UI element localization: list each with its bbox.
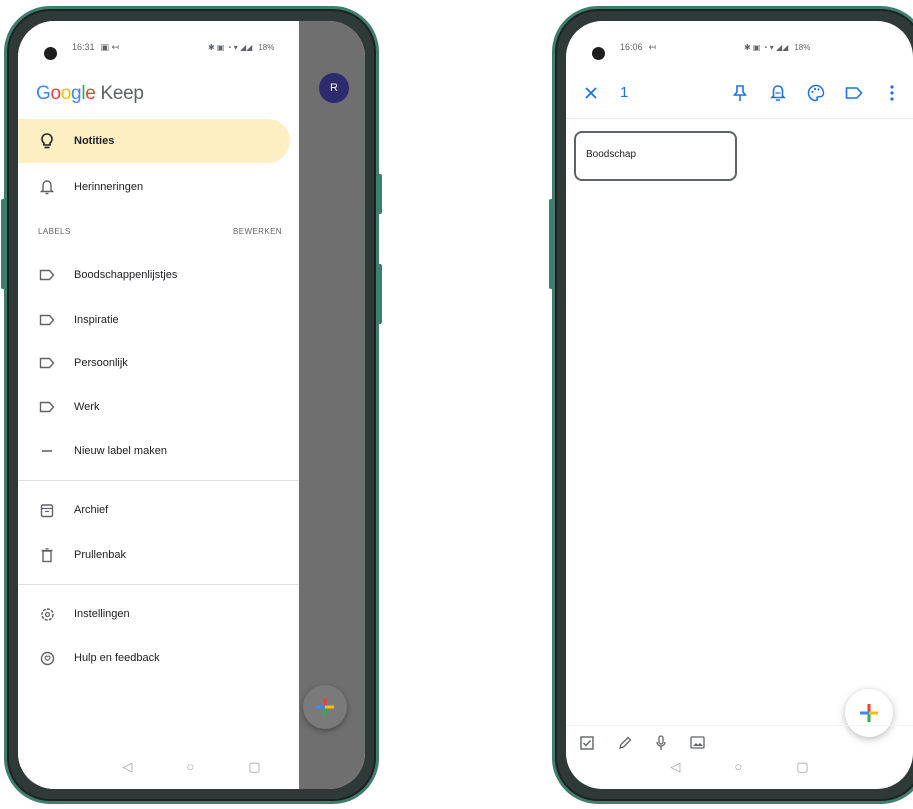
volume-button [1,199,6,289]
label-icon [38,266,56,284]
logo-letter: g [71,83,82,104]
home-icon[interactable]: ○ [186,759,194,775]
label-item[interactable]: Inspiratie [18,298,290,342]
label-item[interactable]: Werk [18,385,290,429]
status-time: 16:06 [620,42,643,52]
nav-label: Prullenbak [74,549,126,561]
volume-button [549,199,554,289]
front-camera [592,47,605,60]
notification-icons: ↤ [648,41,657,52]
phone-right: 16:06 ↤ ✱ ▣ ◔ ▾ ◢◢ 18% 1 Boodschap ◁ ○ ▢ [549,6,913,804]
status-bar: 16:31 ▣ ↤ [72,39,119,55]
note-title: Boodschap [586,149,637,160]
bell-icon [38,178,56,196]
recents-icon[interactable]: ▢ [796,759,808,775]
trash-icon [38,546,56,564]
nav-item-notes[interactable]: Notities [18,119,290,163]
nav-label: Herinneringen [74,181,144,193]
divider [18,584,299,585]
power-button [377,264,382,324]
battery-level: 18% [794,42,811,52]
image-icon[interactable] [690,736,705,749]
label-icon [38,311,56,329]
new-note-fab-dimmed[interactable] [303,685,347,729]
status-bar-right: ✱ ▣ ◔ ▾ ◢◢ 18% [208,39,274,55]
logo-letter: o [60,83,72,104]
nav-item-reminders[interactable]: Herinneringen [18,165,290,209]
plus-icon [860,704,878,722]
bottom-action-bar [566,725,913,759]
plus-icon [316,698,334,716]
selection-toolbar: 1 [566,67,913,119]
signal-icons: ✱ ▣ ◔ ▾ ◢◢ [208,42,253,52]
create-label-text: Nieuw label maken [74,445,167,457]
gear-icon [38,605,56,623]
labels-heading: LABELS [38,227,71,236]
back-icon[interactable]: ◁ [122,759,132,775]
label-icon [38,398,56,416]
create-label-item[interactable]: Nieuw label maken [18,429,290,473]
label-name: Inspiratie [74,314,119,326]
label-icon [38,354,56,372]
label-item[interactable]: Persoonlijk [18,341,290,385]
label-name: Boodschappenlijstjes [74,269,178,281]
home-icon[interactable]: ○ [734,759,742,775]
back-icon[interactable]: ◁ [670,759,680,775]
nav-label: Instellingen [74,608,130,620]
avatar[interactable]: R [319,73,349,103]
label-icon[interactable] [843,82,865,104]
notification-icons: ▣ ↤ [100,41,120,52]
app-logo: Google Keep [36,83,144,105]
status-bar-right: ✱ ▣ ◔ ▾ ◢◢ 18% [744,39,810,55]
edit-labels-button[interactable]: BEWERKEN [233,227,282,236]
avatar-initial: R [330,82,338,94]
archive-icon [38,501,56,519]
palette-icon[interactable] [805,82,827,104]
labels-section-header: LABELS BEWERKEN [38,227,282,236]
nav-label: Hulp en feedback [74,652,160,664]
signal-icons: ✱ ▣ ◔ ▾ ◢◢ [744,42,789,52]
pin-icon[interactable] [729,82,751,104]
logo-letter: e [85,83,96,104]
nav-item-trash[interactable]: Prullenbak [18,533,290,577]
microphone-icon[interactable] [656,734,666,751]
checkbox-icon[interactable] [580,735,594,750]
help-feedback-icon [38,649,56,667]
more-options-icon[interactable] [881,82,903,104]
reminder-bell-icon[interactable] [767,82,789,104]
system-navigation-bar: ◁ ○ ▢ [566,759,913,775]
navigation-drawer: 16:31 ▣ ↤ ✱ ▣ ◔ ▾ ◢◢ 18% Google Keep Not… [18,21,299,789]
screen-right: 16:06 ↤ ✱ ▣ ◔ ▾ ◢◢ 18% 1 Boodschap ◁ ○ ▢ [566,21,913,789]
selected-count: 1 [620,84,629,101]
lightbulb-icon [38,132,56,150]
logo-keep: Keep [100,83,144,104]
label-name: Werk [74,401,100,413]
note-card-selected[interactable]: Boodschap [574,131,737,181]
nav-item-settings[interactable]: Instellingen [18,592,290,636]
nav-label: Notities [74,135,115,147]
status-time: 16:31 [72,42,95,52]
nav-label: Archief [74,504,109,516]
phone-left: R 16:31 ▣ ↤ ✱ ▣ ◔ ▾ ◢◢ 18% Google Keep N… [1,6,382,804]
system-navigation-bar: ◁ ○ ▢ [18,759,365,775]
slider-button [377,174,382,214]
recents-icon[interactable]: ▢ [248,759,260,775]
logo-letter: o [50,83,61,104]
pen-icon[interactable] [618,736,632,750]
status-bar: 16:06 ↤ [620,39,656,55]
close-icon[interactable] [580,82,602,104]
battery-level: 18% [258,42,275,52]
logo-letter: G [36,83,51,104]
nav-item-help[interactable]: Hulp en feedback [18,636,290,680]
label-name: Persoonlijk [74,357,128,369]
front-camera [44,47,57,60]
label-item[interactable]: Boodschappenlijstjes [18,253,290,297]
plus-icon [38,442,56,460]
divider [18,480,299,481]
screen-left: R 16:31 ▣ ↤ ✱ ▣ ◔ ▾ ◢◢ 18% Google Keep N… [18,21,365,789]
nav-item-archive[interactable]: Archief [18,488,290,532]
